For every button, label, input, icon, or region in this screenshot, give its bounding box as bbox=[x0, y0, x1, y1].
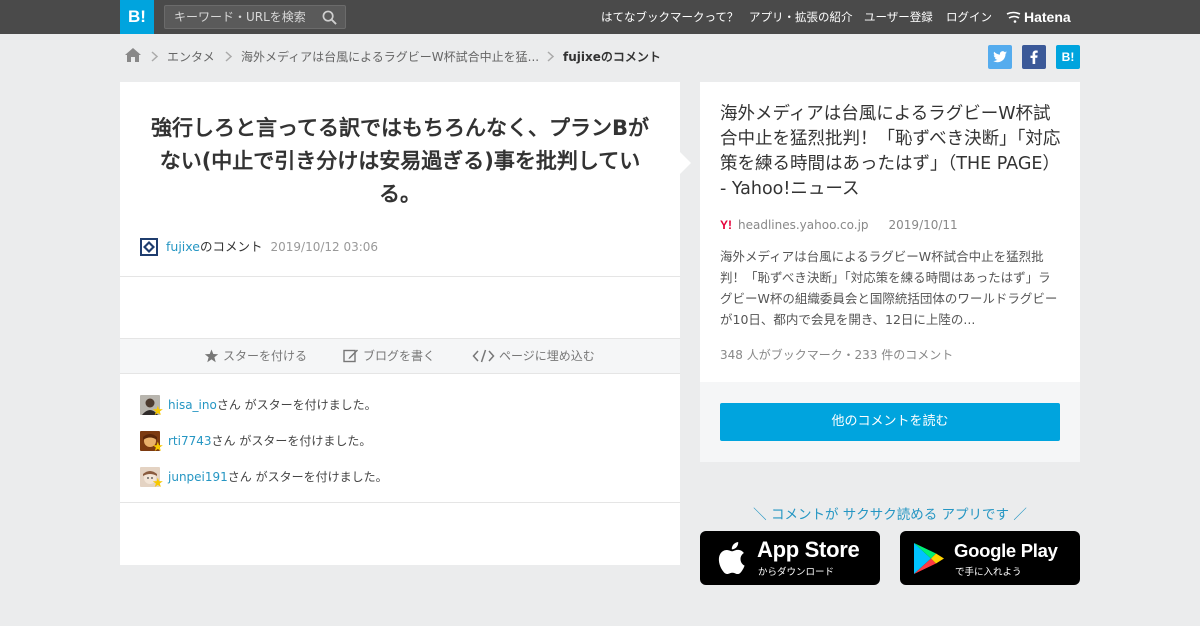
star-user-link[interactable]: hisa_ino bbox=[168, 398, 217, 412]
hatena-icon bbox=[1006, 11, 1021, 23]
app-store-label: App Store bbox=[757, 537, 860, 562]
comment-card: 強行しろと言ってる訳ではもちろんなく、プランBがない(中止で引き分けは安易過ぎる… bbox=[120, 82, 680, 565]
apple-icon bbox=[718, 542, 745, 575]
list-item: ★ junpei191さん がスターを付けました。 bbox=[140, 467, 640, 491]
star-text: rti7743さん がスターを付けました。 bbox=[168, 433, 371, 449]
star-text: hisa_inoさん がスターを付けました。 bbox=[168, 397, 377, 413]
entry-date: 2019/10/11 bbox=[888, 218, 958, 232]
comment-meta: fujixeのコメント 2019/10/12 03:06 bbox=[166, 238, 378, 256]
star-message: さん がスターを付けました。 bbox=[211, 434, 372, 448]
nav-about[interactable]: はてなブックマークって？ bbox=[601, 0, 738, 34]
write-blog-button[interactable]: ブログを書く bbox=[343, 339, 435, 373]
comment-timestamp[interactable]: 2019/10/12 03:06 bbox=[271, 240, 379, 254]
entry-site-link[interactable]: headlines.yahoo.co.jp bbox=[738, 218, 869, 232]
app-store-button[interactable]: App Store からダウンロード bbox=[700, 531, 880, 585]
app-store-sublabel: からダウンロード bbox=[758, 567, 835, 578]
write-blog-label: ブログを書く bbox=[363, 349, 436, 363]
facebook-share-button[interactable] bbox=[1022, 45, 1046, 69]
search-icon[interactable] bbox=[322, 10, 337, 25]
hatena-brand-label: Hatena bbox=[1024, 9, 1071, 25]
breadcrumb-current: fujixeのコメント bbox=[563, 50, 661, 64]
list-item: ★ rti7743さん がスターを付けました。 bbox=[140, 431, 640, 455]
entry-summary: 海外メディアは台風によるラグビーW杯試合中止を猛烈批判！「恥ずべき決断」「対応策… bbox=[720, 249, 1058, 327]
add-star-label: スターを付ける bbox=[223, 349, 308, 363]
google-play-icon bbox=[914, 543, 944, 574]
comment-text: 強行しろと言ってる訳ではもちろんなく、プランBがない(中止で引き分けは安易過ぎる… bbox=[151, 116, 649, 206]
hatena-bookmark-share-button[interactable]: B! bbox=[1056, 45, 1080, 69]
star-icon: ★ bbox=[152, 440, 164, 455]
yahoo-favicon-icon: Y! bbox=[720, 218, 732, 232]
entry-card: 海外メディアは台風によるラグビーW杯試合中止を猛烈批判！「恥ずべき決断」「対応策… bbox=[700, 82, 1080, 382]
card-pointer bbox=[680, 152, 691, 174]
divider bbox=[120, 276, 680, 277]
search-input[interactable]: キーワード・URLを検索 bbox=[164, 5, 346, 29]
hatena-bookmark-logo[interactable]: B! bbox=[120, 0, 154, 34]
chevron-right-icon bbox=[225, 51, 233, 62]
read-other-comments-button[interactable]: 他のコメントを読む bbox=[720, 403, 1060, 441]
app-promo-text: ＼ コメントが サクサク読める アプリです ／ bbox=[753, 507, 1027, 523]
bookmark-count[interactable]: 348 人がブックマーク・233 件のコメント bbox=[720, 346, 953, 363]
divider bbox=[120, 502, 680, 503]
star-message: さん がスターを付けました。 bbox=[216, 398, 377, 412]
google-play-sublabel: で手に入れよう bbox=[955, 567, 1022, 578]
read-more-panel: 他のコメントを読む bbox=[700, 382, 1080, 462]
entry-site-row: Y! headlines.yahoo.co.jp 2019/10/11 bbox=[720, 218, 958, 232]
footer-edge bbox=[0, 626, 1200, 630]
top-bar: B! キーワード・URLを検索 はてなブックマークって？ アプリ・拡張の紹介 ユ… bbox=[0, 0, 1200, 34]
google-play-button[interactable]: Google Play で手に入れよう bbox=[900, 531, 1080, 585]
action-bar: スターを付ける ブログを書く ページに埋め込む bbox=[120, 338, 680, 374]
star-message: さん がスターを付けました。 bbox=[227, 470, 388, 484]
star-user-link[interactable]: rti7743 bbox=[168, 434, 212, 448]
add-star-button[interactable]: スターを付ける bbox=[204, 339, 307, 373]
breadcrumb-entry[interactable]: 海外メディアは台風によるラグビーW杯試合中止を猛... bbox=[241, 48, 539, 65]
embed-page-label: ページに埋め込む bbox=[499, 349, 595, 363]
chevron-right-icon bbox=[547, 51, 555, 62]
search-placeholder: キーワード・URLを検索 bbox=[174, 10, 306, 24]
facebook-icon bbox=[1030, 50, 1038, 64]
embed-page-button[interactable]: ページに埋め込む bbox=[472, 339, 595, 373]
star-icon bbox=[204, 349, 219, 363]
star-icon: ★ bbox=[152, 476, 164, 491]
google-play-label: Google Play bbox=[954, 540, 1058, 561]
star-text: junpei191さん がスターを付けました。 bbox=[168, 469, 388, 485]
breadcrumb-category[interactable]: エンタメ bbox=[167, 48, 215, 65]
chevron-right-icon bbox=[151, 51, 159, 62]
entry-title-link[interactable]: 海外メディアは台風によるラグビーW杯試合中止を猛烈批判！「恥ずべき決断」「対応策… bbox=[720, 102, 1062, 202]
home-icon[interactable] bbox=[124, 47, 142, 63]
list-item: ★ hisa_inoさん がスターを付けました。 bbox=[140, 395, 640, 419]
comment-suffix: のコメント bbox=[199, 239, 263, 254]
code-icon bbox=[472, 349, 495, 363]
star-user-link[interactable]: junpei191 bbox=[168, 470, 228, 484]
nav-apps[interactable]: アプリ・拡張の紹介 bbox=[749, 0, 853, 34]
avatar[interactable] bbox=[140, 238, 158, 256]
star-icon: ★ bbox=[152, 404, 164, 419]
nav-login[interactable]: ログイン bbox=[946, 0, 992, 34]
twitter-icon bbox=[993, 51, 1007, 63]
comment-user-link[interactable]: fujixe bbox=[166, 239, 200, 254]
nav-register[interactable]: ユーザー登録 bbox=[864, 0, 933, 34]
edit-icon bbox=[343, 349, 358, 363]
twitter-share-button[interactable] bbox=[988, 45, 1012, 69]
